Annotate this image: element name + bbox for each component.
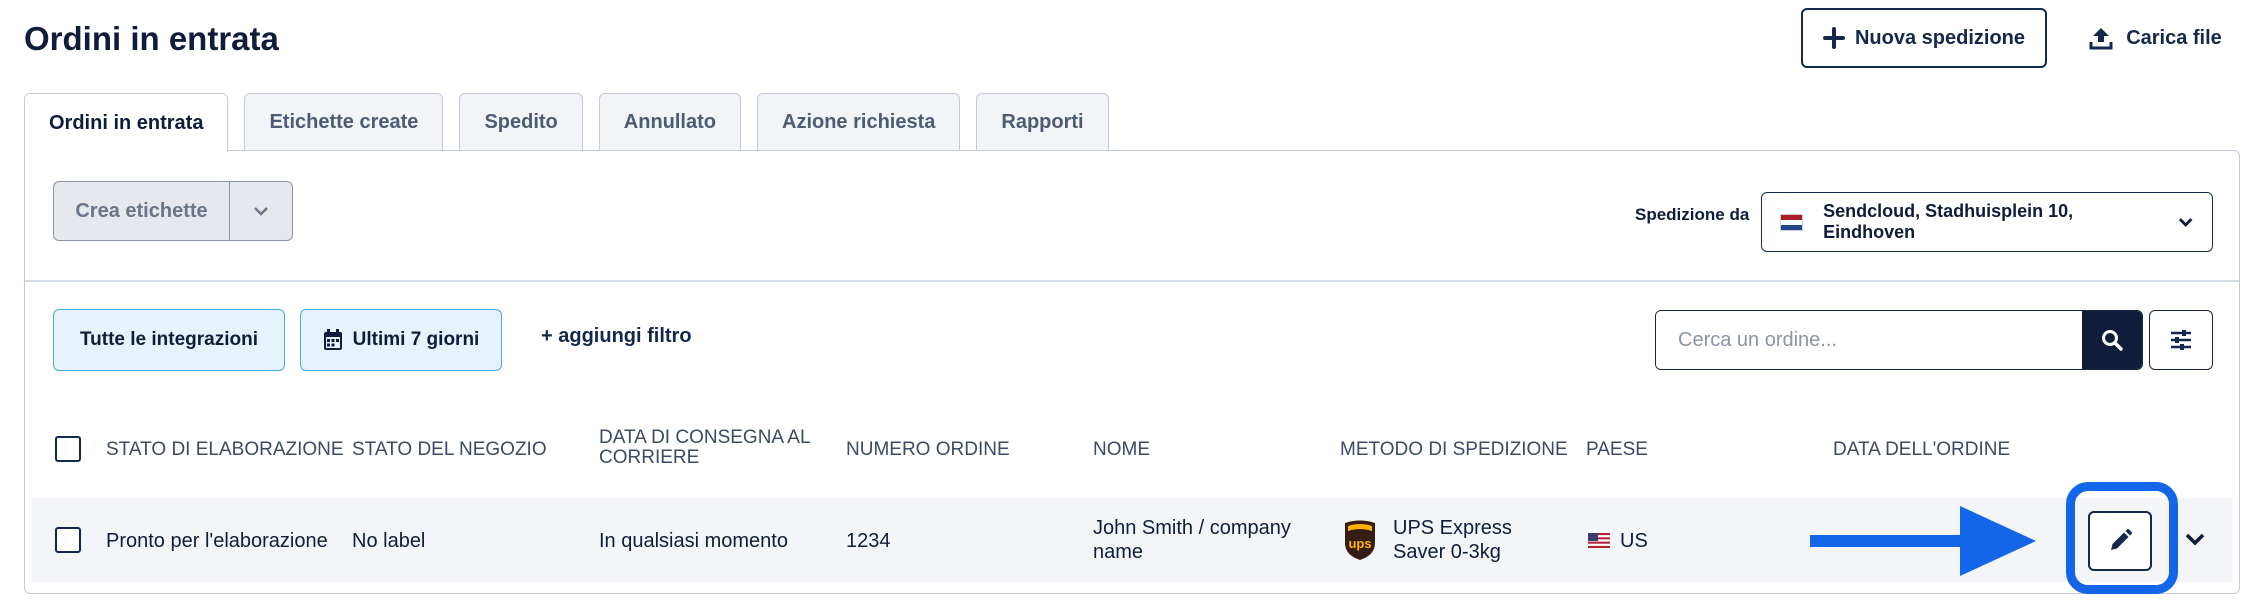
column-header-store-status[interactable]: STATO DEL NEGOZIO — [352, 440, 547, 460]
carrier-handover-cell: In qualsiasi momento — [599, 530, 788, 552]
column-header-shipping-method[interactable]: METODO DI SPEDIZIONE — [1340, 440, 1568, 460]
upload-file-label: Carica file — [2126, 26, 2222, 49]
column-header-name[interactable]: NOME — [1093, 440, 1150, 460]
column-header-country[interactable]: PAESE — [1586, 440, 1648, 460]
row-checkbox[interactable] — [55, 527, 81, 553]
new-shipment-button[interactable]: Nuova spedizione — [1801, 8, 2047, 68]
pencil-icon — [2111, 529, 2132, 550]
page-title: Ordini in entrata — [24, 20, 279, 57]
tab-cancelled[interactable]: Annullato — [598, 93, 741, 150]
store-status-cell: No label — [352, 530, 426, 552]
new-shipment-label: Nuova spedizione — [1854, 26, 2026, 49]
tab-incoming-orders[interactable]: Ordini in entrata — [24, 93, 229, 152]
date-range-filter[interactable]: Ultimi 7 giorni — [300, 309, 502, 371]
ship-from-select[interactable]: Sendcloud, Stadhuisplein 10, Eindhoven — [1761, 192, 2213, 252]
create-labels-split-button: Crea etichette — [53, 181, 293, 241]
us-flag-icon — [1588, 533, 1610, 548]
panel-divider — [25, 280, 2239, 282]
column-header-order-date[interactable]: DATA DELL'ORDINE — [1833, 440, 2010, 460]
ship-from-value: Sendcloud, Stadhuisplein 10, Eindhoven — [1823, 201, 2074, 242]
create-labels-dropdown-toggle[interactable] — [230, 182, 292, 240]
arrow-right-icon — [1810, 506, 2036, 576]
ups-logo-text: ups — [1348, 536, 1371, 551]
integrations-filter[interactable]: Tutte le integrazioni — [53, 309, 285, 371]
calendar-icon — [323, 329, 342, 350]
column-header-processing-status[interactable]: STATO DI ELABORAZIONE — [106, 440, 344, 460]
order-search — [1655, 310, 2143, 370]
select-all-checkbox[interactable] — [55, 436, 81, 462]
search-button[interactable] — [2082, 311, 2142, 369]
upload-icon — [2089, 28, 2113, 50]
ups-logo: ups — [1345, 520, 1375, 560]
processing-status-cell: Pronto per l'elaborazione — [106, 530, 328, 552]
shipping-method-cell: UPS Express Saver 0-3kg — [1393, 517, 1512, 563]
chevron-down-icon — [254, 207, 268, 216]
column-header-order-number[interactable]: NUMERO ORDINE — [846, 440, 1010, 460]
name-cell: John Smith / company name — [1093, 517, 1291, 563]
tab-shipped[interactable]: Spedito — [459, 93, 583, 150]
tab-labels-created[interactable]: Etichette create — [244, 93, 444, 150]
country-cell: US — [1620, 530, 1648, 552]
edit-order-button[interactable] — [2088, 511, 2152, 571]
filter-settings-button[interactable] — [2149, 310, 2213, 370]
tab-reports[interactable]: Rapporti — [976, 93, 1109, 150]
tab-bar: Ordini in entrata Etichette create Spedi… — [24, 93, 1109, 152]
search-input[interactable] — [1656, 311, 2082, 369]
plus-icon — [1822, 27, 1845, 49]
search-icon — [2102, 330, 2123, 351]
add-filter-link[interactable]: + aggiungi filtro — [541, 325, 692, 348]
expand-row-button[interactable] — [2180, 524, 2210, 554]
column-header-carrier-handover[interactable]: DATA DI CONSEGNA AL CORRIERE — [599, 428, 819, 468]
sliders-icon — [2171, 330, 2191, 350]
chevron-down-icon — [2185, 533, 2205, 546]
chevron-down-icon — [2178, 218, 2193, 227]
order-number-cell: 1234 — [846, 530, 891, 552]
upload-file-button[interactable]: Carica file — [2080, 8, 2230, 68]
integrations-filter-label: Tutte le integrazioni — [79, 329, 259, 350]
ship-from-label: Spedizione da — [1635, 205, 1750, 224]
date-range-label: Ultimi 7 giorni — [352, 329, 480, 350]
netherlands-flag-icon — [1780, 213, 1804, 231]
create-labels-button[interactable]: Crea etichette — [54, 182, 230, 240]
tab-action-required[interactable]: Azione richiesta — [757, 93, 961, 150]
